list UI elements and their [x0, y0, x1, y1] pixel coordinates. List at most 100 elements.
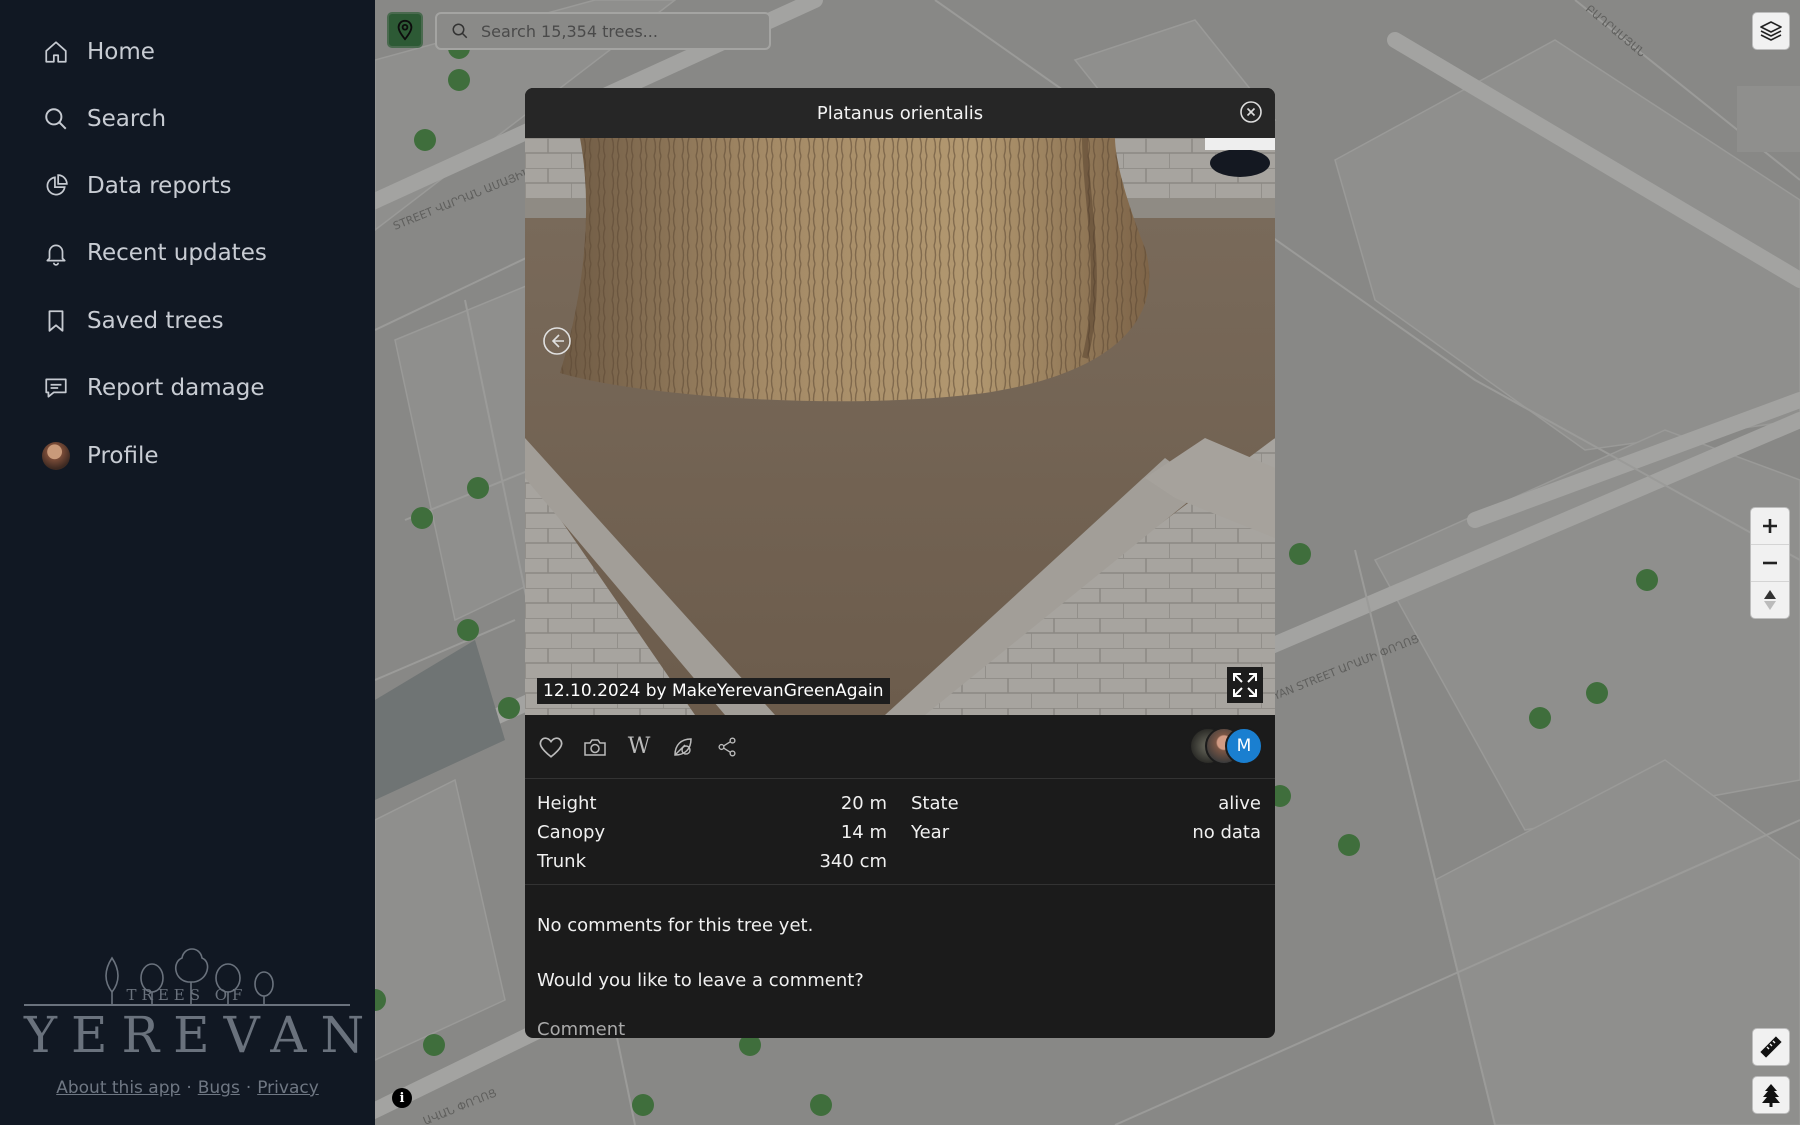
share-button[interactable] [713, 733, 741, 761]
tree-marker[interactable] [1636, 569, 1658, 591]
tree-marker[interactable] [448, 69, 470, 91]
message-icon [42, 374, 70, 402]
contributor-avatar: M [1225, 727, 1263, 765]
tree-icon [1762, 1084, 1780, 1107]
property-value: 340 cm [819, 851, 887, 872]
sidebar-item-data-reports[interactable]: Data reports [42, 166, 231, 206]
compass-icon [1764, 590, 1776, 610]
no-comments-text: No comments for this tree yet. [537, 915, 814, 936]
sidebar-item-home[interactable]: Home [42, 32, 155, 72]
plus-icon [1763, 519, 1777, 533]
tree-marker[interactable] [498, 697, 520, 719]
bookmark-icon [42, 307, 70, 335]
heart-icon [539, 736, 563, 758]
sidebar-item-search[interactable]: Search [42, 99, 166, 139]
contributors[interactable]: M [1189, 727, 1263, 765]
property-label: Canopy [537, 822, 606, 843]
camera-icon [584, 738, 606, 756]
tree-marker[interactable] [411, 507, 433, 529]
property-label: State [911, 793, 959, 814]
zoom-in-button[interactable] [1751, 508, 1789, 545]
search-input[interactable] [479, 20, 763, 42]
layers-button[interactable] [1752, 12, 1790, 50]
attribution-info-button[interactable]: i [392, 1088, 412, 1108]
search-icon [42, 105, 70, 133]
footer-links: About this app · Bugs · Privacy [0, 1078, 375, 1098]
photo-caption: 12.10.2024 by MakeYerevanGreenAgain [537, 678, 890, 704]
comment-input-label[interactable]: Comment [537, 1019, 1263, 1038]
tree-marker[interactable] [632, 1094, 654, 1116]
minus-icon [1763, 561, 1777, 565]
trees-of-yerevan-logo: TREES OF YEREVAN [24, 920, 364, 1064]
logo-title: YEREVAN [24, 1006, 379, 1064]
locate-button[interactable] [387, 12, 423, 48]
property-row: State alive [911, 789, 1261, 818]
tree-marker[interactable] [1289, 543, 1311, 565]
map-pin-icon [397, 19, 413, 41]
wikipedia-icon: W [627, 734, 651, 759]
bugs-link[interactable]: Bugs [198, 1078, 240, 1098]
bell-icon [42, 239, 70, 267]
like-button[interactable] [537, 733, 565, 761]
ruler-icon [1760, 1036, 1782, 1058]
logo-subtitle: TREES OF [126, 986, 248, 1004]
sidebar-item-profile[interactable]: Profile [42, 436, 159, 476]
privacy-link[interactable]: Privacy [257, 1078, 319, 1098]
add-tree-button[interactable] [1752, 1076, 1790, 1114]
sidebar: Home Search Data reports Recent updates … [0, 0, 375, 1125]
property-row: Trunk 340 cm [537, 847, 887, 876]
tree-species-title: Platanus orientalis [816, 102, 984, 124]
expand-icon [1233, 673, 1257, 697]
separator: · [186, 1078, 192, 1098]
tree-marker[interactable] [423, 1034, 445, 1056]
tree-marker[interactable] [414, 129, 436, 151]
tree-marker[interactable] [467, 477, 489, 499]
share-icon [718, 737, 736, 756]
wikipedia-button[interactable]: W [625, 733, 653, 761]
sidebar-item-label: Data reports [87, 173, 232, 199]
property-row: Year no data [911, 818, 1261, 847]
tree-marker[interactable] [457, 619, 479, 641]
previous-photo-icon[interactable] [542, 326, 572, 356]
property-value: 14 m [840, 822, 887, 843]
tree-photo[interactable]: 12.10.2024 by MakeYerevanGreenAgain [525, 138, 1275, 715]
property-label: Year [911, 822, 950, 843]
property-label: Trunk [537, 851, 586, 872]
property-row: Canopy 14 m [537, 818, 887, 847]
sidebar-item-label: Search [87, 106, 167, 132]
sidebar-item-saved-trees[interactable]: Saved trees [42, 301, 224, 341]
separator: · [245, 1078, 252, 1098]
measure-button[interactable] [1752, 1028, 1790, 1066]
zoom-out-button[interactable] [1751, 545, 1789, 582]
tree-actions-bar: W M [525, 715, 1275, 779]
search-icon [452, 23, 468, 39]
close-icon[interactable] [1239, 100, 1263, 124]
pie-chart-icon [42, 172, 70, 200]
sidebar-item-recent-updates[interactable]: Recent updates [42, 233, 267, 273]
sidebar-item-label: Home [87, 39, 155, 65]
home-icon [42, 38, 70, 66]
tree-marker[interactable] [810, 1094, 832, 1116]
tree-marker[interactable] [1338, 834, 1360, 856]
leaf-search-icon [674, 737, 692, 756]
comment-prompt: Would you like to leave a comment? [537, 970, 864, 991]
property-row: Height 20 m [537, 789, 887, 818]
species-info-button[interactable] [669, 733, 697, 761]
comments-section: No comments for this tree yet. Would you… [525, 885, 1275, 1038]
fullscreen-button[interactable] [1227, 667, 1263, 703]
layers-icon [1760, 21, 1782, 41]
sidebar-item-label: Saved trees [87, 308, 224, 334]
tree-marker[interactable] [1586, 682, 1608, 704]
tree-marker[interactable] [1529, 707, 1551, 729]
avatar-wrapper [42, 442, 70, 470]
about-link[interactable]: About this app [56, 1078, 180, 1098]
compass-button[interactable] [1751, 582, 1789, 618]
property-label: Height [537, 793, 597, 814]
property-value: alive [1218, 793, 1261, 814]
tree-search[interactable] [435, 12, 771, 50]
modal-header: Platanus orientalis [525, 88, 1275, 138]
add-photo-button[interactable] [581, 733, 609, 761]
sidebar-item-report-damage[interactable]: Report damage [42, 368, 265, 408]
tree-details-modal: Platanus orientalis 12.10.2024 by MakeYe… [525, 88, 1275, 1038]
sidebar-item-label: Recent updates [87, 240, 267, 266]
